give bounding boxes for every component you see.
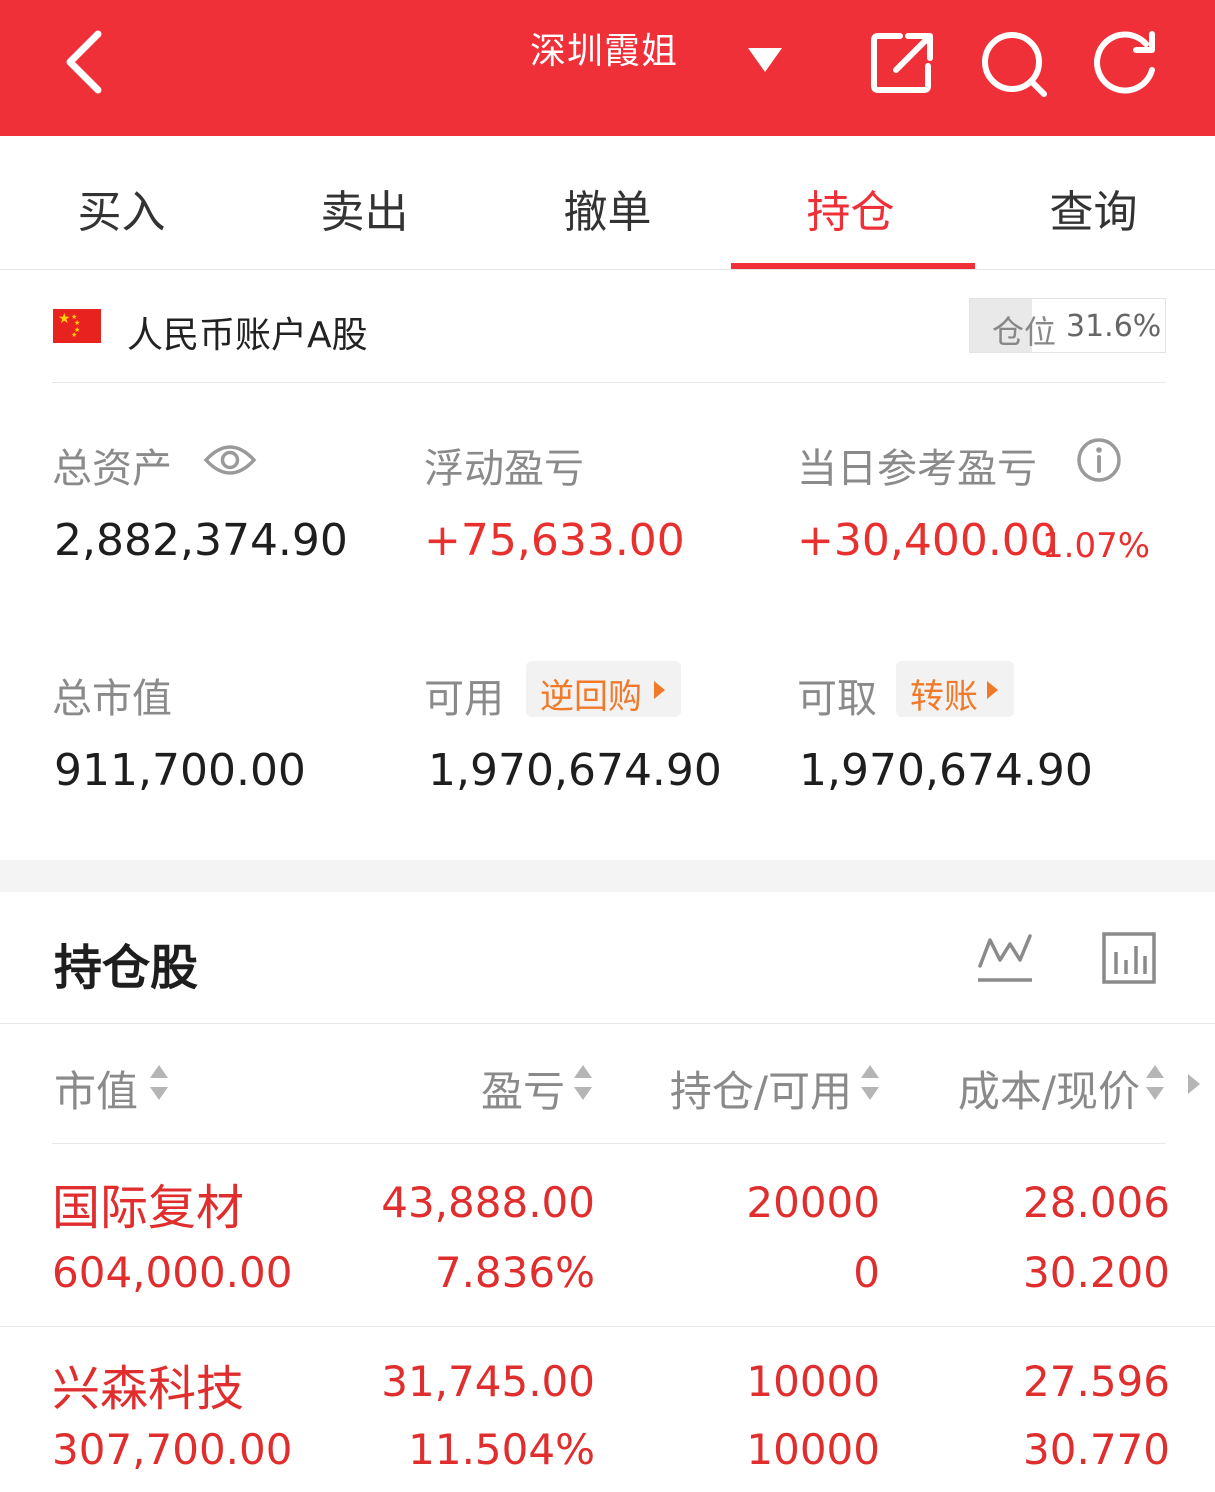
position-label: 仓位 — [992, 313, 1057, 351]
eye-icon[interactable] — [203, 440, 257, 480]
float-pnl-label: 浮动盈亏 — [424, 446, 584, 492]
float-pnl-value: +75,633.00 — [424, 515, 685, 566]
active-tab-indicator — [731, 263, 975, 269]
market-value-value: 911,700.00 — [54, 745, 306, 796]
back-icon[interactable] — [60, 30, 110, 94]
dropdown-icon[interactable] — [748, 48, 782, 72]
tab-cancel[interactable]: 撤单 — [486, 176, 729, 240]
daily-pnl-label: 当日参考盈亏 — [797, 446, 1037, 492]
stock-pnl-percent: 7.836% — [434, 1248, 595, 1297]
tab-holdings[interactable]: 持仓 — [729, 176, 972, 240]
divider — [52, 382, 1166, 383]
bar-chart-icon[interactable] — [1100, 930, 1158, 986]
china-flag-icon: ★ ★ ★ ★ ★ — [53, 309, 101, 343]
stock-market-value: 307,700.00 — [52, 1425, 293, 1474]
reverse-repo-button[interactable]: 逆回购 — [526, 661, 681, 717]
table-row[interactable]: 兴森科技 307,700.00 31,745.00 11.504% 10000 … — [0, 1327, 1215, 1492]
total-assets-value: 2,882,374.90 — [54, 515, 348, 566]
stock-name: 兴森科技 — [52, 1361, 245, 1417]
trade-tabs: 买入 卖出 撤单 持仓 查询 — [0, 136, 1215, 270]
available-value: 1,970,674.90 — [428, 745, 722, 796]
sort-icon[interactable] — [1146, 1065, 1164, 1103]
stock-price: 30.770 — [1023, 1425, 1170, 1474]
table-row[interactable]: 国际复材 604,000.00 43,888.00 7.836% 20000 0… — [0, 1144, 1215, 1326]
divider — [0, 1023, 1215, 1024]
info-icon[interactable] — [1076, 437, 1122, 483]
sort-icon[interactable] — [574, 1065, 592, 1103]
stock-available: 10000 — [746, 1425, 880, 1474]
stock-pnl: 31,745.00 — [381, 1357, 595, 1406]
column-header-pnl[interactable]: 盈亏 — [420, 1058, 565, 1119]
stock-pnl-percent: 11.504% — [408, 1425, 595, 1474]
transfer-button[interactable]: 转账 — [896, 661, 1014, 717]
account-name[interactable]: 人民币账户A股 — [127, 306, 368, 358]
stock-cost: 28.006 — [1023, 1178, 1170, 1227]
market-value-label: 总市值 — [52, 676, 172, 722]
withdrawable-value: 1,970,674.90 — [799, 745, 1093, 796]
sort-icon[interactable] — [150, 1065, 168, 1103]
stock-position: 20000 — [746, 1178, 880, 1227]
account-title[interactable]: 深圳霞姐 — [530, 22, 678, 74]
line-chart-icon[interactable] — [976, 930, 1034, 986]
total-assets-label: 总资产 — [52, 446, 172, 492]
daily-pnl-value: +30,400.00 — [797, 515, 1058, 566]
chevron-right-icon — [987, 681, 998, 699]
stock-cost: 27.596 — [1023, 1357, 1170, 1406]
daily-pnl-percent: 1.07% — [1042, 526, 1151, 566]
share-icon[interactable] — [870, 30, 936, 96]
column-header-cost-price[interactable]: 成本/现价 — [920, 1058, 1140, 1119]
position-value: 31.6% — [1066, 309, 1162, 344]
stock-name: 国际复材 — [52, 1180, 245, 1236]
reverse-repo-label: 逆回购 — [540, 677, 642, 717]
sort-icon[interactable] — [861, 1065, 879, 1103]
column-header-position[interactable]: 持仓/可用 — [630, 1058, 852, 1119]
section-separator — [0, 860, 1215, 892]
stock-position: 10000 — [746, 1357, 880, 1406]
search-icon[interactable] — [978, 30, 1050, 98]
stock-available: 0 — [853, 1248, 880, 1297]
holdings-title: 持仓股 — [54, 940, 199, 996]
transfer-label: 转账 — [910, 677, 978, 717]
stock-market-value: 604,000.00 — [52, 1248, 293, 1297]
scroll-right-icon[interactable] — [1188, 1074, 1200, 1094]
available-label: 可用 — [424, 676, 504, 722]
stock-price: 30.200 — [1023, 1248, 1170, 1297]
column-header-market-value[interactable]: 市值 — [54, 1058, 138, 1119]
tab-buy[interactable]: 买入 — [0, 176, 243, 240]
withdrawable-label: 可取 — [797, 676, 877, 722]
tab-sell[interactable]: 卖出 — [243, 176, 486, 240]
chevron-right-icon — [654, 681, 665, 699]
tab-query[interactable]: 查询 — [972, 176, 1215, 240]
refresh-icon[interactable] — [1090, 30, 1162, 96]
stock-pnl: 43,888.00 — [381, 1178, 595, 1227]
app-header: 深圳霞姐 — [0, 0, 1215, 136]
position-ratio-badge: 仓位 31.6% — [969, 298, 1166, 353]
